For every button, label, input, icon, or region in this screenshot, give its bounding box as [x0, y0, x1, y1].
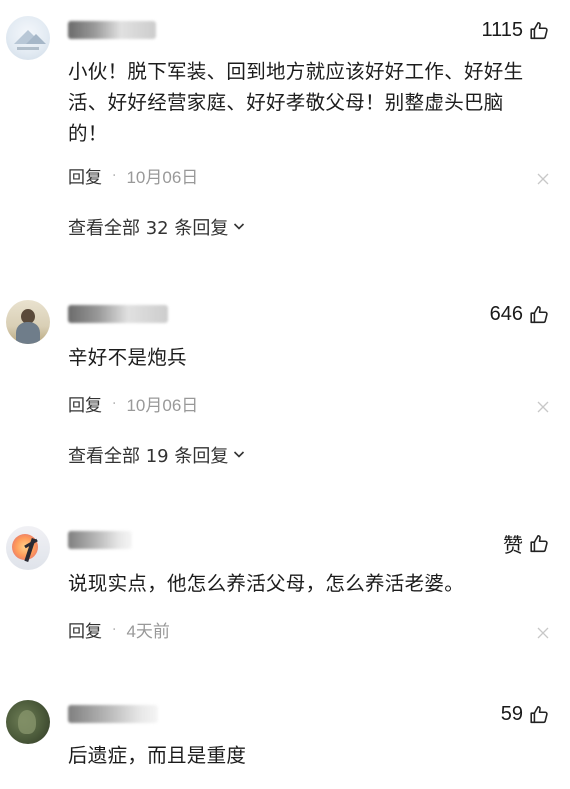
chevron-down-icon	[232, 217, 246, 238]
view-all-replies-button[interactable]: 查看全部 19 条回复	[68, 442, 246, 468]
comment-date: 10月06日	[126, 396, 199, 415]
comment-meta: 回复 · 10月06日	[68, 163, 199, 189]
view-all-replies-label: 查看全部 19 条回复	[68, 446, 229, 467]
like-button[interactable]: 646	[490, 303, 550, 326]
thumbs-up-icon	[528, 533, 550, 555]
meta-separator: ·	[112, 621, 117, 638]
like-count: 646	[489, 303, 523, 325]
chevron-down-icon	[232, 445, 246, 466]
reply-button[interactable]: 回复	[68, 617, 102, 642]
comment-text: 后遗症，而且是重度	[68, 744, 247, 767]
avatar[interactable]	[6, 700, 50, 744]
reply-button[interactable]: 回复	[68, 163, 102, 188]
thumbs-up-icon	[528, 704, 550, 726]
comment-meta: 回复 · 4天前	[68, 617, 170, 643]
username-blurred[interactable]	[68, 531, 132, 549]
like-button[interactable]: 1115	[481, 19, 550, 42]
username-blurred[interactable]	[68, 21, 156, 39]
username-blurred[interactable]	[68, 305, 168, 323]
comment-text: 辛好不是炮兵	[68, 346, 187, 369]
comment-date: 4天前	[126, 622, 170, 641]
close-icon[interactable]	[536, 626, 550, 640]
comment-meta: 回复 · 10月06日	[68, 391, 199, 417]
close-icon[interactable]	[536, 172, 550, 186]
like-count: 59	[500, 703, 523, 725]
meta-separator: ·	[112, 167, 117, 184]
username-blurred[interactable]	[68, 705, 158, 723]
avatar[interactable]	[6, 526, 50, 570]
avatar[interactable]	[6, 300, 50, 344]
thumbs-up-icon	[528, 20, 550, 42]
reply-button[interactable]: 回复	[68, 391, 102, 416]
close-icon[interactable]	[536, 400, 550, 414]
avatar[interactable]	[6, 16, 50, 60]
meta-separator: ·	[112, 395, 117, 412]
view-all-replies-label: 查看全部 32 条回复	[68, 218, 229, 239]
like-count: 赞	[503, 535, 523, 557]
thumbs-up-icon	[528, 304, 550, 326]
comment-text: 说现实点，他怎么养活父母，怎么养活老婆。	[68, 572, 465, 595]
comment-date: 10月06日	[126, 168, 199, 187]
comment-text: 小伙！脱下军装、回到地方就应该好好工作、好好生活、好好经营家庭、好好孝敬父母！别…	[68, 60, 524, 145]
like-count: 1115	[481, 19, 523, 41]
like-button[interactable]: 59	[501, 703, 550, 726]
like-button[interactable]: 赞	[503, 529, 550, 558]
view-all-replies-button[interactable]: 查看全部 32 条回复	[68, 214, 246, 240]
